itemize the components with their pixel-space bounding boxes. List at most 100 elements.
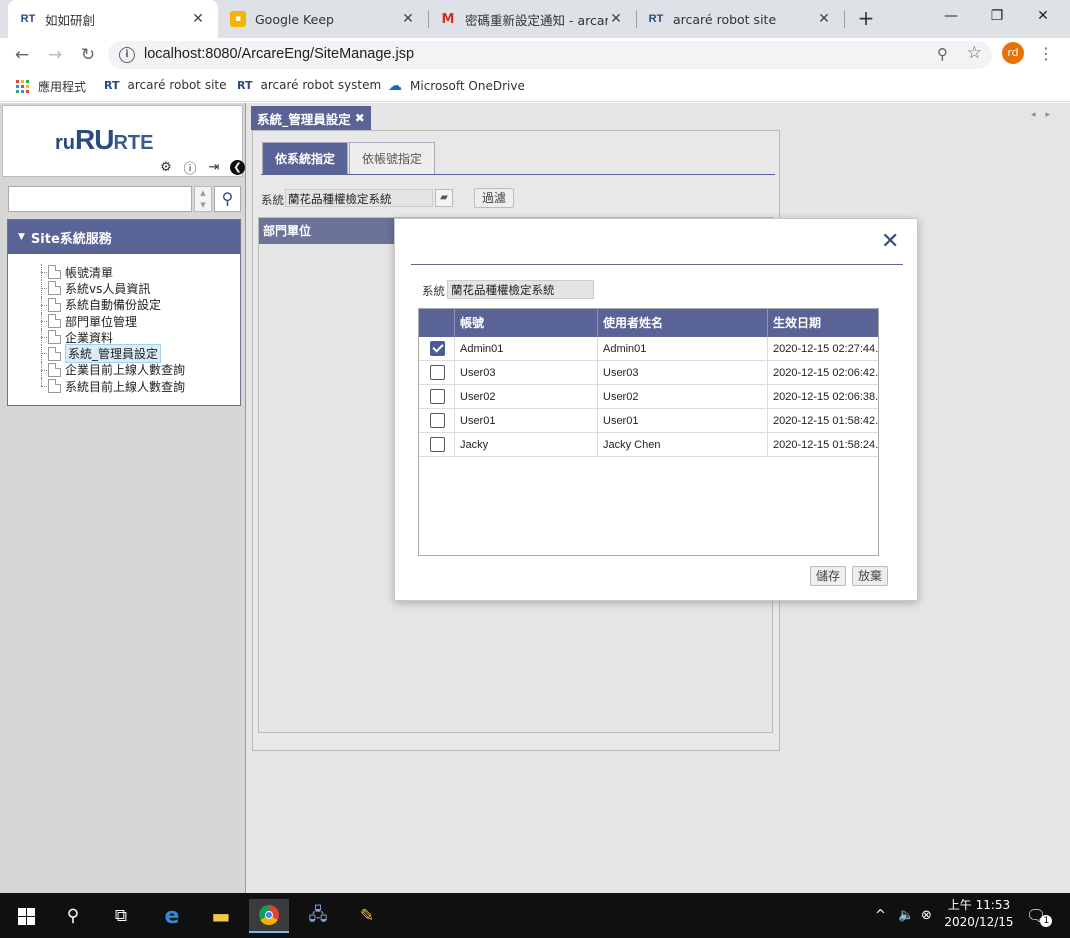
browser-tab-4[interactable]: RT arcaré robot site ✕ [636,0,844,38]
tab-by-account[interactable]: 依帳號指定 [349,142,436,174]
new-tab-icon[interactable]: + [855,8,877,30]
system-clock[interactable]: 上午 11:53 2020/12/15 [940,897,1018,931]
bookmark-star-icon[interactable]: ☆ [967,43,982,63]
account-cell: User02 [455,385,598,409]
account-cell: User01 [455,409,598,433]
sidebar-item-system-vs-user[interactable]: 系統vs人員資訊 [8,280,240,297]
account-cell: Admin01 [455,337,598,361]
zoom-icon[interactable]: ⚲ [937,45,948,63]
column-header-date[interactable]: 生效日期 [768,309,878,337]
menu-kebab-icon[interactable]: ⋮ [1038,44,1054,63]
table-row[interactable]: User03 User03 2020-12-15 02:06:42.0 [419,361,878,385]
row-checkbox[interactable] [430,437,445,452]
column-header-department[interactable]: 部門單位 [259,218,399,244]
gear-icon[interactable]: ⚙ [158,160,174,175]
checkbox-cell [419,361,455,385]
minimize-icon[interactable]: — [928,0,974,32]
browser-tab-1[interactable]: RT 如如研創 ✕ [8,0,218,38]
system-select[interactable]: 蘭花品種權檢定系統 [285,189,433,207]
logout-icon[interactable]: ⇥ [206,160,222,175]
tool-app-icon[interactable]: ✎ [347,899,387,933]
document-icon [48,346,61,361]
row-checkbox[interactable] [430,365,445,380]
checkbox-cell [419,433,455,457]
filter-button[interactable]: 過濾 [474,188,515,208]
sidebar-item-enterprise-online[interactable]: 企業目前上線人數查詢 [8,361,240,379]
sidebar-item-account-list[interactable]: 帳號清單 [8,264,240,281]
profile-avatar[interactable]: rd [1002,42,1024,64]
save-button[interactable]: 儲存 [810,566,847,586]
reload-icon[interactable]: ↻ [76,43,100,67]
row-checkbox[interactable] [430,341,445,356]
left-sidebar: ruRURTE ⚙ ⓘ ⇥ ❮ ▲ ▼ ⚲ ▼ Site系統服務 帳號清單 系統… [0,103,246,893]
table-row[interactable]: User02 User02 2020-12-15 02:06:38.0 [419,385,878,409]
tab-admin-settings[interactable]: 系統_管理員設定 ✖ [251,106,371,130]
search-icon[interactable]: ⚲ [53,899,93,933]
close-tab-icon[interactable]: ✕ [400,11,416,27]
rt-favicon-icon: RT [104,78,120,92]
close-tab-icon[interactable]: ✕ [190,11,206,27]
back-icon[interactable]: ← [10,43,34,67]
row-checkbox[interactable] [430,413,445,428]
site-info-icon[interactable]: i [119,47,135,63]
forward-icon[interactable]: → [43,43,67,67]
bookmark-robot-site[interactable]: RT arcaré robot site [104,78,227,92]
bookmarks-bar: 應用程式 RT arcaré robot site RT arcaré robo… [0,72,1070,102]
row-checkbox[interactable] [430,389,445,404]
column-header-username[interactable]: 使用者姓名 [598,309,768,337]
content-tabbar: 系統_管理員設定 ✖ ◂▸ [251,106,1070,130]
folder-icon[interactable]: ▰ [435,189,453,207]
panel-header[interactable]: ▼ Site系統服務 [8,220,240,254]
close-tab-icon[interactable]: ✕ [816,11,832,27]
close-icon[interactable]: ✕ [881,231,899,253]
windows-start-icon[interactable] [6,899,46,933]
file-explorer-icon[interactable]: ▬ [201,899,241,933]
search-icon[interactable]: ⚲ [214,186,241,212]
tab-label: 系統_管理員設定 [257,111,351,127]
cancel-button[interactable]: 放棄 [852,566,889,586]
tab-by-system[interactable]: 依系統指定 [262,142,349,174]
column-header-account[interactable]: 帳號 [455,309,598,337]
task-view-icon[interactable]: ⧉ [101,899,141,933]
browser-tab-2[interactable]: ▪ Google Keep ✕ [218,0,428,38]
network-app-icon[interactable]: 🖧 [298,899,338,933]
clock-date: 2020/12/15 [944,915,1014,929]
address-bar[interactable]: i localhost:8080/ArcareEng/SiteManage.js… [108,41,992,69]
table-row[interactable]: User01 User01 2020-12-15 01:58:42.0 [419,409,878,433]
browser-toolbar: ← → ↻ i localhost:8080/ArcareEng/SiteMan… [0,38,1070,72]
sidebar-item-auto-backup[interactable]: 系統自動備份設定 [8,296,240,313]
internet-explorer-icon[interactable]: e [152,899,192,933]
logo: ruRURTE [55,124,154,155]
table-row[interactable]: Jacky Jacky Chen 2020-12-15 01:58:24.0 [419,433,878,457]
tab-scroll-arrows-icon[interactable]: ◂▸ [1031,110,1060,120]
sidebar-item-label: 系統目前上線人數查詢 [65,379,186,394]
bookmark-robot-system[interactable]: RT arcaré robot system [237,78,381,92]
volume-icon[interactable]: 🔈 [898,893,914,938]
sidebar-item-system-online[interactable]: 系統目前上線人數查詢 [8,378,240,394]
tray-chevron-icon[interactable]: ^ [875,893,886,938]
search-input[interactable] [8,186,192,212]
restore-icon[interactable]: ❐ [974,0,1020,32]
document-icon [48,330,61,345]
browser-tab-3[interactable]: M 密碼重新設定通知 - arcare ✕ [428,0,636,38]
name-cell: Admin01 [598,337,768,361]
close-tab-icon[interactable]: ✕ [608,11,624,27]
checkbox-cell [419,385,455,409]
network-error-icon[interactable]: ⊗ [921,893,932,938]
close-icon[interactable]: ✖ [355,111,365,125]
rt-favicon-icon: RT [648,13,664,25]
table-row[interactable]: Admin01 Admin01 2020-12-15 02:27:44.0 [419,337,878,361]
spinner-icon[interactable]: ▲ ▼ [194,186,212,212]
bookmark-onedrive[interactable]: ☁ Microsoft OneDrive [388,78,525,94]
sidebar-item-enterprise[interactable]: 企業資料 [8,329,240,346]
chrome-icon[interactable] [249,899,289,933]
sidebar-item-department[interactable]: 部門單位管理 [8,312,240,330]
collapse-icon[interactable]: ❮ [230,160,245,175]
bookmark-apps[interactable]: 應用程式 [16,78,86,95]
close-window-icon[interactable]: ✕ [1020,0,1066,32]
sidebar-item-admin-settings[interactable]: 系統_管理員設定 [8,344,240,364]
info-icon[interactable]: ⓘ [182,158,198,177]
sidebar-item-label: 部門單位管理 [65,314,138,329]
page-content: ruRURTE ⚙ ⓘ ⇥ ❮ ▲ ▼ ⚲ ▼ Site系統服務 帳號清單 系統… [0,103,1070,893]
notification-icon[interactable]: 🗨 1 [1026,893,1053,938]
